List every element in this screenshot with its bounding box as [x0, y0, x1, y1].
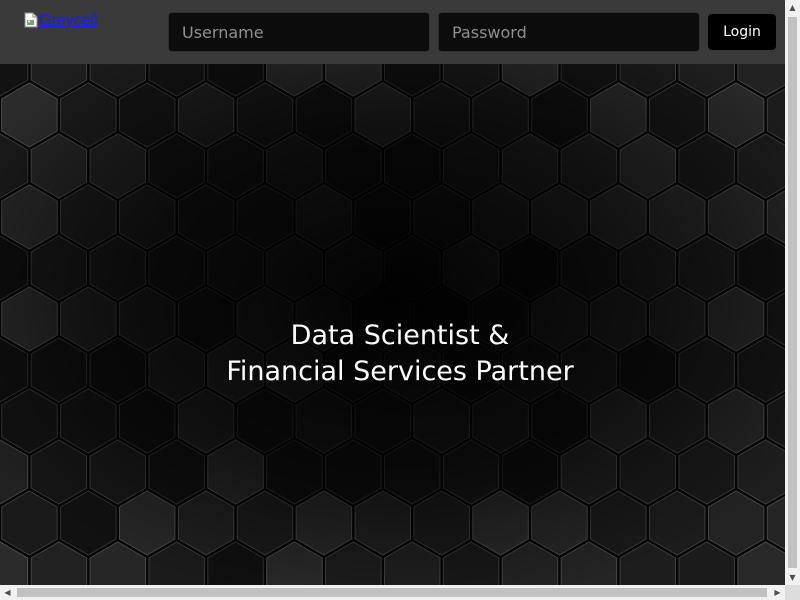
- broken-image-icon: [24, 12, 38, 28]
- scrollbar-corner: [785, 585, 800, 600]
- username-input[interactable]: [168, 12, 430, 52]
- scroll-down-arrow-icon[interactable]: ▼: [785, 570, 800, 585]
- vertical-scroll-thumb[interactable]: [788, 17, 797, 568]
- scroll-left-arrow-icon[interactable]: ◀: [0, 585, 15, 600]
- hero-heading-line-1: Data Scientist &: [290, 320, 510, 351]
- horizontal-scrollbar[interactable]: ◀ ▶: [0, 585, 785, 600]
- password-input[interactable]: [438, 12, 700, 52]
- scroll-up-arrow-icon[interactable]: ▲: [785, 0, 800, 15]
- scroll-right-arrow-icon[interactable]: ▶: [770, 585, 785, 600]
- page-viewport: Greycell Login Data Scientist & Financia…: [0, 0, 785, 585]
- top-navbar: Greycell Login: [0, 0, 785, 64]
- hero-heading-line-2: Financial Services Partner: [226, 356, 574, 387]
- login-button[interactable]: Login: [708, 14, 776, 50]
- horizontal-scroll-thumb[interactable]: [17, 588, 767, 597]
- hero-section: Data Scientist & Financial Services Part…: [0, 64, 785, 585]
- hero-heading: Data Scientist & Financial Services Part…: [0, 318, 785, 390]
- logo-link[interactable]: Greycell: [24, 12, 98, 38]
- logo-alt-text: Greycell: [39, 12, 98, 29]
- vertical-scrollbar[interactable]: ▲ ▼: [785, 0, 800, 585]
